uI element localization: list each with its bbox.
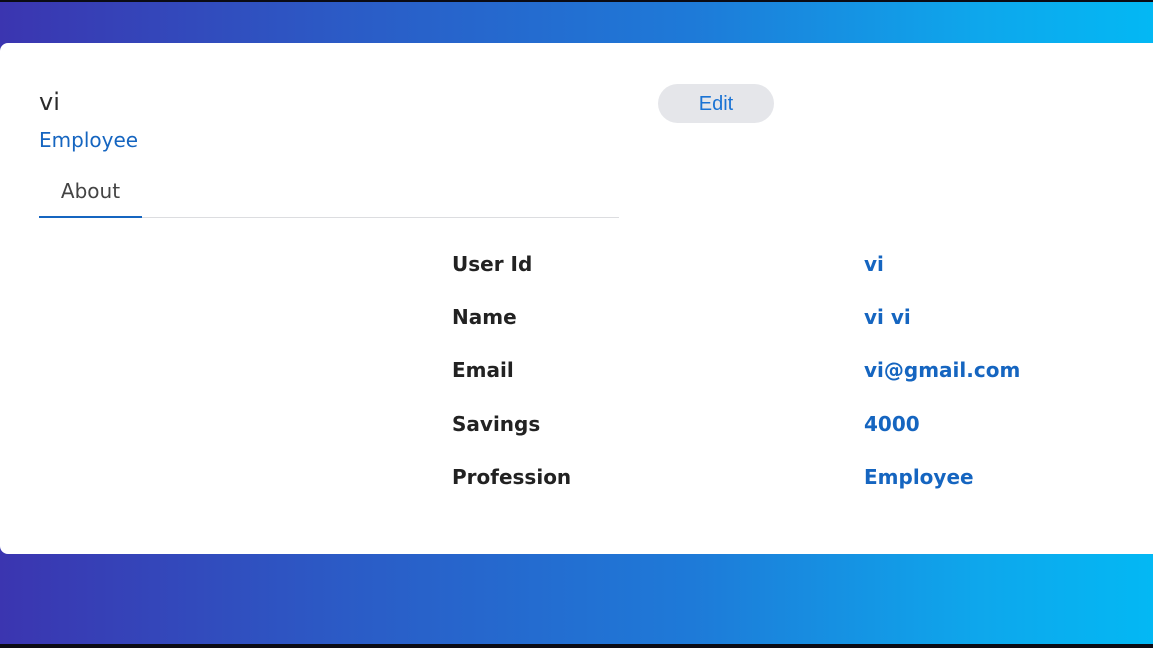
window-bottom-edge bbox=[0, 644, 1153, 648]
detail-row-profession: Profession Employee bbox=[452, 461, 1072, 493]
detail-row-user-id: User Id vi bbox=[452, 248, 1072, 280]
detail-value: Employee bbox=[864, 465, 974, 489]
edit-button[interactable]: Edit bbox=[658, 84, 774, 123]
detail-value: vi vi bbox=[864, 305, 911, 329]
profile-role: Employee bbox=[39, 128, 139, 152]
detail-value: 4000 bbox=[864, 412, 920, 436]
profile-name: vi bbox=[39, 88, 60, 116]
detail-value: vi bbox=[864, 252, 884, 276]
detail-value: vi@gmail.com bbox=[864, 358, 1021, 382]
detail-row-savings: Savings 4000 bbox=[452, 408, 1072, 440]
tab-about[interactable]: About bbox=[39, 167, 142, 218]
detail-label: Email bbox=[452, 358, 514, 382]
detail-label: Name bbox=[452, 305, 517, 329]
detail-label: User Id bbox=[452, 252, 533, 276]
window-top-edge bbox=[0, 0, 1153, 2]
tab-bar: About bbox=[39, 167, 619, 218]
detail-label: Profession bbox=[452, 465, 572, 489]
detail-row-email: Email vi@gmail.com bbox=[452, 354, 1072, 386]
detail-label: Savings bbox=[452, 412, 541, 436]
profile-card: vi Employee Edit About User Id vi Name v… bbox=[0, 43, 1153, 554]
detail-row-name: Name vi vi bbox=[452, 301, 1072, 333]
